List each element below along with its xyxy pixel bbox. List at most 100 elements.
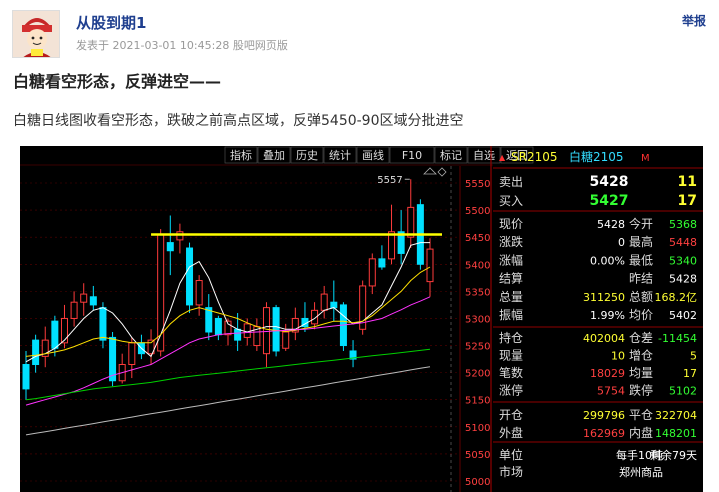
sell-volume: 11 (678, 174, 697, 190)
toolbar-label-2: 历史 (296, 149, 318, 162)
post-title: 白糖看空形态，反弹进空—— (13, 72, 222, 91)
author-name[interactable]: 从股到期1 (76, 12, 146, 33)
avatar-image (13, 11, 59, 57)
quote-field-label: 开仓 (499, 408, 523, 422)
ma-line-ma20 (25, 296, 431, 406)
quote-field-value: 168.2亿 (655, 291, 698, 304)
quote-field-value: 5448 (669, 236, 697, 249)
candle-body (51, 320, 59, 349)
candle-body (262, 307, 270, 355)
candle-body (282, 331, 290, 349)
quote-field-label: 最低 (629, 253, 653, 267)
candle-body (426, 248, 434, 283)
quote-arrow-icon: ▲ (499, 153, 506, 162)
price-tick-label: 5000 (465, 477, 490, 488)
post-meta: 发表于 2021-03-01 10:45:28 股吧网页版 (76, 39, 288, 52)
toolbar-label-1: 叠加 (263, 149, 285, 162)
quote-code: SR2105 (511, 150, 558, 164)
candle-body (22, 364, 30, 390)
quote-field-value: 5368 (669, 218, 697, 231)
price-tick-label: 5550 (465, 179, 490, 190)
candle-body (70, 301, 78, 319)
quote-field-label: 涨跌 (499, 234, 523, 249)
price-tick-label: 5450 (465, 233, 490, 244)
ma-line-ma60 (25, 348, 431, 401)
price-tick-label: 5400 (465, 260, 490, 271)
quote-field-value: 5428 (669, 273, 697, 286)
quote-field-value: 1.99% (590, 309, 625, 322)
candle-body (243, 323, 251, 338)
candle-body (89, 296, 97, 306)
candle-body (99, 307, 107, 341)
price-tick-label: 5100 (465, 423, 490, 434)
report-link[interactable]: 举报 (682, 12, 706, 29)
quote-field-value: 5340 (669, 254, 697, 267)
quote-field-value: 148201 (655, 427, 697, 440)
quote-field-value: 0 (618, 236, 625, 249)
quote-field-value: 5102 (669, 385, 697, 398)
quote-field-value: 剩余79天 (650, 448, 697, 462)
toolbar-label-0: 指标 (230, 148, 252, 162)
quote-field-value: 10 (611, 350, 625, 363)
quote-field-label: 振幅 (499, 307, 523, 322)
buy-label: 买入 (499, 194, 523, 208)
candle-body (166, 242, 174, 252)
toolbar-label-3: 统计 (329, 149, 351, 162)
candle-body (388, 231, 396, 260)
quote-field-value: 311250 (583, 291, 625, 304)
price-tick-label: 5250 (465, 342, 490, 353)
quote-field-label: 仓差 (629, 331, 653, 345)
quote-field-label: 跌停 (629, 383, 653, 398)
sell-label: 卖出 (499, 175, 523, 189)
candle-body (368, 258, 376, 287)
arrow-up-icon[interactable] (423, 167, 437, 175)
quote-field-label: 最高 (629, 234, 653, 249)
quote-field-label: 现价 (499, 217, 523, 231)
quote-field-label: 单位 (499, 447, 523, 462)
price-tick-label: 5500 (465, 206, 490, 217)
diamond-icon[interactable] (437, 167, 447, 177)
toolbar-label-5: F10 (402, 149, 422, 162)
quote-field-label: 增仓 (629, 349, 653, 363)
quote-flag: M (641, 153, 650, 164)
quote-field-value: 0.00% (590, 254, 625, 267)
candle-body (195, 280, 203, 306)
sell-price: 5428 (590, 174, 629, 190)
price-tick-label: 5200 (465, 369, 490, 380)
candle-body (272, 307, 280, 352)
quote-field-label: 涨停 (499, 383, 523, 398)
buy-volume: 17 (678, 193, 697, 209)
quote-field-value: 5 (690, 350, 697, 363)
quote-field-label: 昨结 (629, 272, 653, 286)
quote-field-value: 5428 (597, 218, 625, 231)
quote-field-label: 内盘 (629, 425, 653, 440)
quote-field-label: 持仓 (499, 330, 523, 345)
quote-field-value: 162969 (583, 427, 625, 440)
quote-field-label: 现量 (499, 349, 523, 363)
avatar[interactable] (12, 10, 60, 58)
candle-body (330, 301, 338, 309)
candle-body (407, 206, 415, 238)
candle-body (234, 328, 242, 341)
post-body: 白糖日线图收看空形态，跌破之前高点区域，反弹5450-90区域分批进空 (13, 113, 464, 129)
quote-field-label: 涨幅 (499, 252, 523, 267)
quote-field-value: 17 (683, 367, 697, 380)
quote-field-label: 今开 (629, 216, 653, 231)
quote-field-value: 322704 (655, 409, 697, 422)
price-tick-label: 5150 (465, 396, 490, 407)
quote-field-value: -11454 (658, 332, 697, 345)
quote-name: 白糖2105 (569, 149, 624, 164)
chart-canvas: 指标 叠加 历史 统计 画线 F10 标记 自选 返回555055005450540053505… (20, 146, 703, 492)
quote-field-label: 平仓 (629, 408, 653, 422)
candle-body (378, 258, 386, 268)
quote-field-value: 18029 (590, 367, 625, 380)
quote-field-value: 5754 (597, 385, 625, 398)
ma-line-ma120 (25, 366, 431, 436)
quote-field-label: 总额 (629, 290, 653, 304)
quote-field-value: 299796 (583, 409, 625, 422)
quote-field-label: 均量 (629, 366, 653, 380)
candle-body (176, 231, 184, 241)
toolbar-label-7: 自选 (473, 149, 495, 162)
quote-field-label: 外盘 (499, 425, 523, 440)
candle-body (60, 317, 68, 344)
